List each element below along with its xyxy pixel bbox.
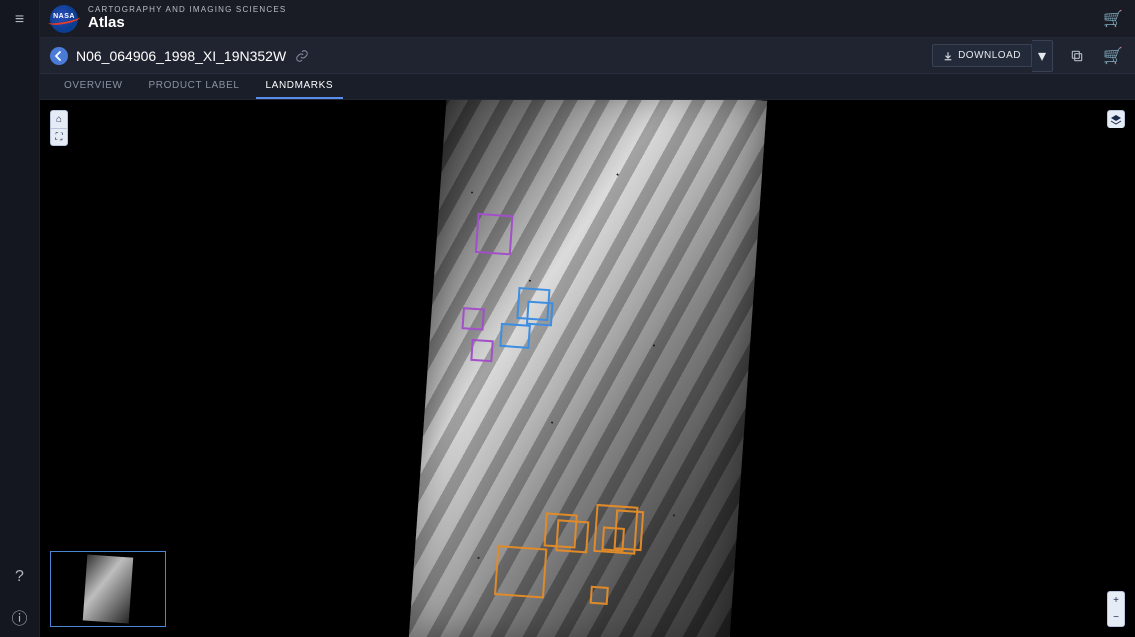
nasa-logo-text: NASA: [50, 13, 78, 20]
landmark-box[interactable]: [601, 526, 625, 551]
landmark-box[interactable]: [499, 322, 531, 348]
menu-icon[interactable]: ≡: [0, 0, 40, 40]
image-viewer[interactable]: ⌂ ⛶ + −: [40, 100, 1135, 637]
download-button[interactable]: DOWNLOAD: [932, 44, 1032, 67]
zoom-out-button[interactable]: −: [1107, 609, 1125, 627]
zoom-controls: + −: [1107, 591, 1125, 627]
permalink-icon[interactable]: [294, 48, 310, 64]
home-view-button[interactable]: ⌂: [50, 110, 68, 128]
thumbnail-image: [83, 554, 133, 623]
overview-thumbnail[interactable]: [50, 551, 166, 627]
add-to-cart-icon[interactable]: 🛒: [1101, 44, 1125, 68]
download-caret-button[interactable]: ▾: [1032, 40, 1053, 72]
main-area: NASA CARTOGRAPHY AND IMAGING SCIENCES At…: [40, 0, 1135, 637]
product-name: N06_064906_1998_XI_19N352W: [76, 48, 286, 64]
landmark-box[interactable]: [589, 585, 608, 604]
layers-control: [1107, 110, 1125, 128]
tab-overview[interactable]: OVERVIEW: [54, 74, 133, 99]
nasa-logo[interactable]: NASA: [50, 5, 78, 33]
landmark-box[interactable]: [555, 519, 589, 553]
landmark-box[interactable]: [461, 307, 484, 330]
landmark-box[interactable]: [474, 212, 513, 254]
fullscreen-button[interactable]: ⛶: [50, 128, 68, 146]
back-button[interactable]: [50, 47, 68, 65]
tabs-bar: OVERVIEWPRODUCT LABELLANDMARKS: [40, 74, 1135, 100]
back-arrow-icon: [54, 51, 64, 61]
download-icon: [943, 51, 953, 61]
view-controls-top-left: ⌂ ⛶: [50, 110, 68, 146]
landmark-box[interactable]: [494, 545, 547, 598]
app-title: Atlas: [88, 15, 286, 32]
tab-product-label[interactable]: PRODUCT LABEL: [139, 74, 250, 99]
layers-icon: [1110, 114, 1122, 126]
tab-landmarks[interactable]: LANDMARKS: [256, 74, 344, 99]
landmark-box[interactable]: [525, 300, 553, 326]
layers-button[interactable]: [1107, 110, 1125, 128]
download-label: DOWNLOAD: [958, 50, 1021, 61]
zoom-in-button[interactable]: +: [1107, 591, 1125, 609]
copy-icon[interactable]: [1065, 44, 1089, 68]
app-header: NASA CARTOGRAPHY AND IMAGING SCIENCES At…: [40, 0, 1135, 38]
left-rail: ≡ ? ⓘ: [0, 0, 40, 637]
main-image-tile[interactable]: [408, 100, 766, 637]
landmark-box[interactable]: [470, 338, 493, 361]
product-bar: N06_064906_1998_XI_19N352W DOWNLOAD ▾ 🛒: [40, 38, 1135, 74]
cart-icon[interactable]: 🛒: [1101, 7, 1125, 31]
help-icon[interactable]: ?: [0, 557, 40, 597]
info-icon[interactable]: ⓘ: [0, 597, 40, 637]
